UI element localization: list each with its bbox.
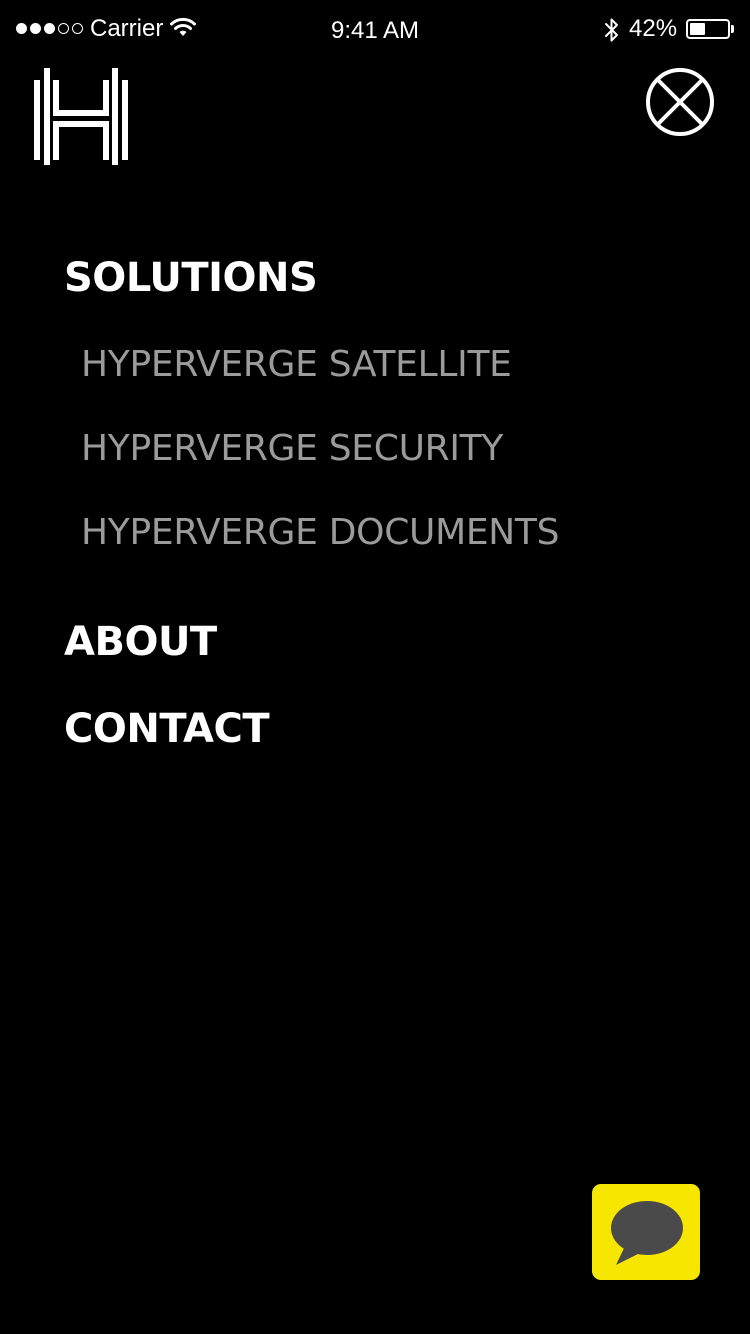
chat-button[interactable] (592, 1184, 700, 1280)
menu-subitem-hyperverge-satellite[interactable]: HYPERVERGE SATELLITE (81, 344, 512, 385)
battery-percent: 42% (629, 15, 678, 42)
menu-subitem-hyperverge-documents[interactable]: HYPERVERGE DOCUMENTS (81, 512, 559, 553)
chat-bubble-icon (611, 1201, 683, 1265)
battery-level-fill (690, 23, 705, 35)
bluetooth-icon (605, 18, 618, 42)
menu-item-contact[interactable]: CONTACT (64, 706, 270, 752)
menu-item-about[interactable]: ABOUT (64, 619, 217, 665)
close-menu-button[interactable] (645, 67, 715, 137)
battery-icon (686, 19, 730, 39)
battery-cap (731, 25, 734, 33)
menu-subitem-hyperverge-security[interactable]: HYPERVERGE SECURITY (81, 428, 503, 469)
menu-item-solutions[interactable]: SOLUTIONS (64, 255, 318, 301)
hyperverge-logo-icon[interactable] (34, 68, 128, 165)
status-bar: Carrier 9:41 AM 42% (0, 0, 750, 60)
